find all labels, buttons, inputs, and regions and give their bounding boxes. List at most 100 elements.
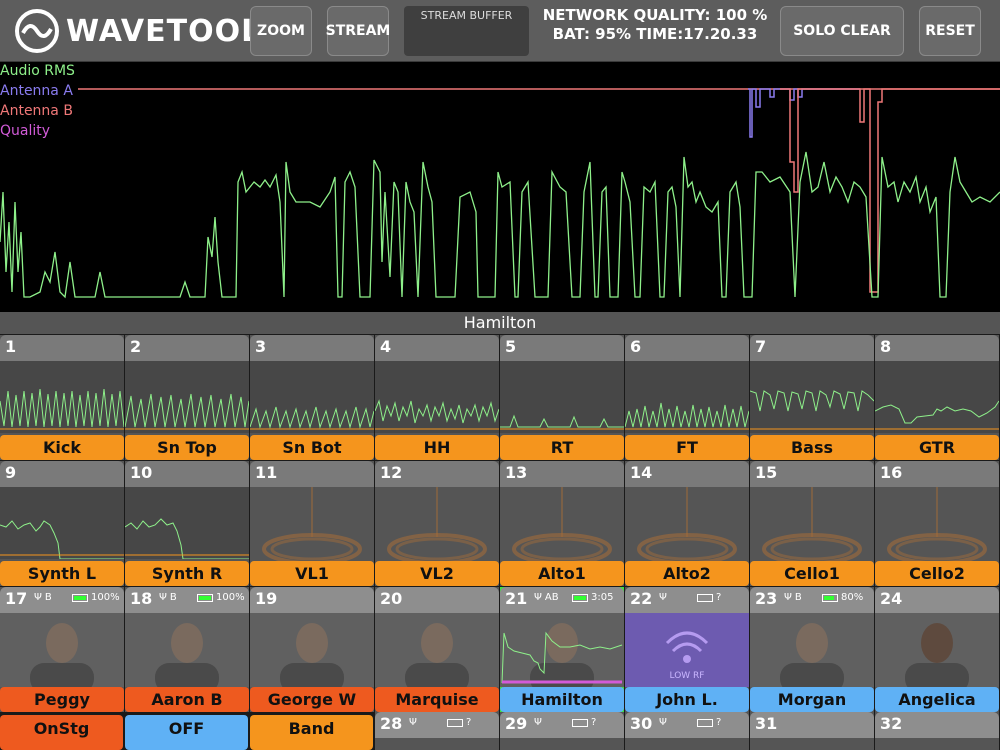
channel-tile[interactable]: 15 Cello1 <box>750 461 874 586</box>
battery-status: 100% <box>72 592 120 603</box>
channel-number: 11 <box>255 463 278 482</box>
stream-button[interactable]: STREAM <box>326 6 390 56</box>
mic-cable-image <box>375 487 499 565</box>
channel-number: 20 <box>380 589 403 608</box>
battery-label: 100% <box>91 592 120 603</box>
channel-name[interactable]: Bass <box>750 435 874 460</box>
channel-name[interactable]: FT <box>625 435 749 460</box>
channel-tile[interactable]: 1 Kick <box>0 335 124 460</box>
channel-number: 30 <box>630 714 653 733</box>
channel-tile[interactable]: 32 <box>875 712 999 750</box>
channel-tile[interactable]: 24 Angelica <box>875 587 999 712</box>
channel-name[interactable]: Cello2 <box>875 561 999 586</box>
channel-name[interactable]: Sn Bot <box>250 435 374 460</box>
channel-tile[interactable]: 13 Alto1 <box>500 461 624 586</box>
battery-status: ? <box>697 592 721 603</box>
channel-name[interactable]: VL2 <box>375 561 499 586</box>
antenna-status: ΨB <box>784 592 802 603</box>
reset-button[interactable]: RESET <box>919 6 981 56</box>
channel-name[interactable]: Cello1 <box>750 561 874 586</box>
channel-tile[interactable]: 4 HH <box>375 335 499 460</box>
antenna-status: ΨB <box>34 592 52 603</box>
onstage-button[interactable]: OnStg <box>0 715 123 750</box>
channel-name[interactable]: RT <box>500 435 624 460</box>
channel-tile[interactable]: 19 George W <box>250 587 374 712</box>
channel-tile[interactable]: 2 Sn Top <box>125 335 249 460</box>
tile-header <box>500 335 624 361</box>
channel-name[interactable]: Aaron B <box>125 687 249 712</box>
channel-name[interactable]: Morgan <box>750 687 874 712</box>
channel-name[interactable]: Sn Top <box>125 435 249 460</box>
channel-tile[interactable]: 17 ΨB 100% Peggy <box>0 587 124 712</box>
antenna-icon: Ψ <box>409 717 417 728</box>
channel-tile[interactable]: 28 Ψ ? <box>375 712 499 750</box>
battery-icon <box>697 593 713 602</box>
channel-name[interactable]: George W <box>250 687 374 712</box>
antenna-icon: Ψ <box>34 592 42 603</box>
channel-name[interactable]: Synth L <box>0 561 124 586</box>
channel-tile[interactable]: 9 Synth L <box>0 461 124 586</box>
selected-channel-bar: Hamilton <box>0 312 1000 334</box>
battery-icon <box>822 593 838 602</box>
channel-tile[interactable]: 6 FT <box>625 335 749 460</box>
tile-header <box>750 335 874 361</box>
channel-name[interactable]: Alto1 <box>500 561 624 586</box>
channel-tile[interactable]: 11 VL1 <box>250 461 374 586</box>
solo-clear-button[interactable]: SOLO CLEAR <box>780 6 904 56</box>
channel-name[interactable]: Angelica <box>875 687 999 712</box>
channel-name[interactable]: Alto2 <box>625 561 749 586</box>
channel-name[interactable]: Synth R <box>125 561 249 586</box>
channel-tile[interactable]: 20 Marquise <box>375 587 499 712</box>
status-readout: NETWORK QUALITY: 100 % BAT: 95% TIME:17.… <box>540 6 770 44</box>
channel-tile[interactable]: 16 Cello2 <box>875 461 999 586</box>
channel-number: 15 <box>755 463 778 482</box>
battery-label: ? <box>716 717 722 728</box>
channel-name[interactable]: GTR <box>875 435 999 460</box>
channel-name[interactable]: Kick <box>0 435 124 460</box>
channel-tile[interactable]: 10 Synth R <box>125 461 249 586</box>
battery-label: 3:05 <box>591 592 614 603</box>
channel-name[interactable]: John L. <box>625 687 749 712</box>
antenna-label: AB <box>544 592 559 603</box>
channel-tile[interactable]: 29 Ψ ? <box>500 712 624 750</box>
channel-tile[interactable]: 18 ΨB 100% Aaron B <box>125 587 249 712</box>
top-toolbar: WAVETOOL ZOOM STREAM STREAM BUFFER NETWO… <box>0 0 1000 62</box>
channel-name[interactable]: Marquise <box>375 687 499 712</box>
battery-status: 3:05 <box>572 592 613 603</box>
antenna-status: Ψ <box>659 592 667 603</box>
channel-name[interactable]: HH <box>375 435 499 460</box>
channel-name[interactable]: Hamilton <box>500 687 624 712</box>
channel-tile[interactable]: 22 Ψ ? LOW RF John L. <box>625 587 749 712</box>
antenna-label: B <box>794 592 802 603</box>
channel-tile[interactable]: 23 ΨB 80% Morgan <box>750 587 874 712</box>
channel-tile[interactable]: 5 RT <box>500 335 624 460</box>
channel-tile[interactable]: 30 Ψ ? <box>625 712 749 750</box>
stream-buffer-label: STREAM BUFFER <box>420 9 513 22</box>
channel-tile[interactable]: 3 Sn Bot <box>250 335 374 460</box>
channel-number: 1 <box>5 337 17 356</box>
waveform-scope[interactable]: Audio RMS Antenna A Antenna B Quality <box>0 62 1000 312</box>
channel-waveform <box>250 361 374 433</box>
channel-number: 23 <box>755 589 778 608</box>
channel-tile[interactable]: 12 VL2 <box>375 461 499 586</box>
channel-number: 6 <box>630 337 642 356</box>
legend-antenna-a: Antenna A <box>0 83 73 99</box>
zoom-button[interactable]: ZOOM <box>250 6 312 56</box>
channel-number: 18 <box>130 589 153 608</box>
antenna-status: Ψ AB <box>534 592 559 603</box>
off-button[interactable]: OFF <box>125 715 248 750</box>
battery-label: ? <box>716 592 722 603</box>
network-quality: NETWORK QUALITY: 100 % <box>542 6 768 24</box>
channel-tile-selected[interactable]: 21 Ψ AB 3:05 Hamilton <box>500 587 624 712</box>
channel-tile[interactable]: 7 Bass <box>750 335 874 460</box>
channel-tile[interactable]: 14 Alto2 <box>625 461 749 586</box>
tile-header <box>625 335 749 361</box>
mic-cable-image <box>250 487 374 565</box>
channel-tile[interactable]: 8 GTR <box>875 335 999 460</box>
channel-name[interactable]: Peggy <box>0 687 124 712</box>
performer-photo <box>375 613 499 693</box>
channel-name[interactable]: VL1 <box>250 561 374 586</box>
band-button[interactable]: Band <box>250 715 373 750</box>
channel-tile[interactable]: 31 <box>750 712 874 750</box>
wave-logo-icon <box>15 9 59 53</box>
